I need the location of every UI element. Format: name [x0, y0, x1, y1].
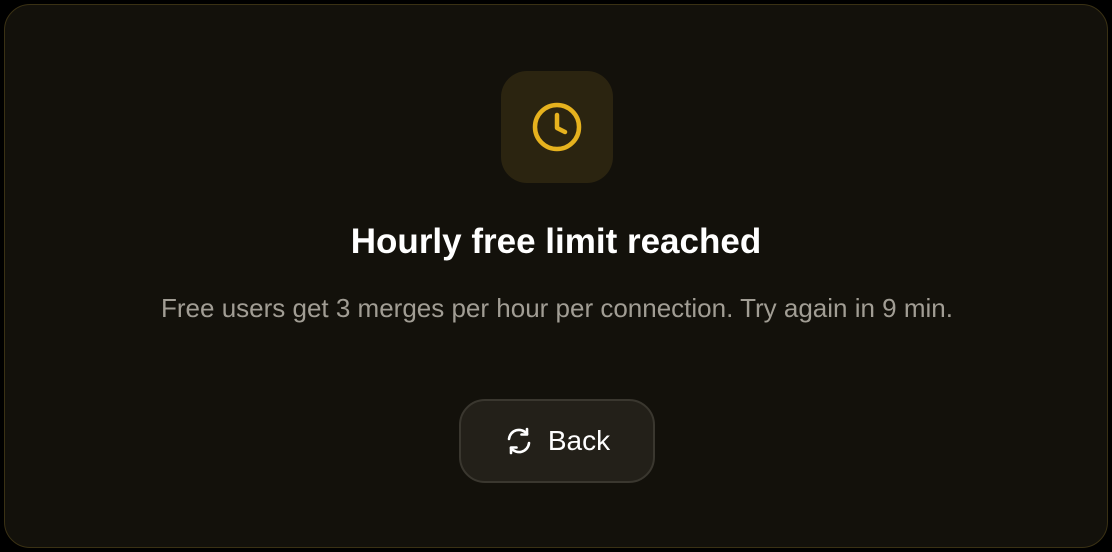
- back-button[interactable]: Back: [459, 399, 655, 483]
- back-button-label: Back: [547, 425, 611, 456]
- dialog-title: Hourly free limit reached: [350, 222, 762, 261]
- limit-dialog: Hourly free limit reached Free users get…: [4, 4, 1108, 548]
- clock-icon: [532, 102, 582, 152]
- dialog-message: Free users get 3 merges per hour per con…: [161, 293, 953, 323]
- clock-icon-tile: [501, 71, 613, 183]
- refresh-icon: [504, 426, 534, 456]
